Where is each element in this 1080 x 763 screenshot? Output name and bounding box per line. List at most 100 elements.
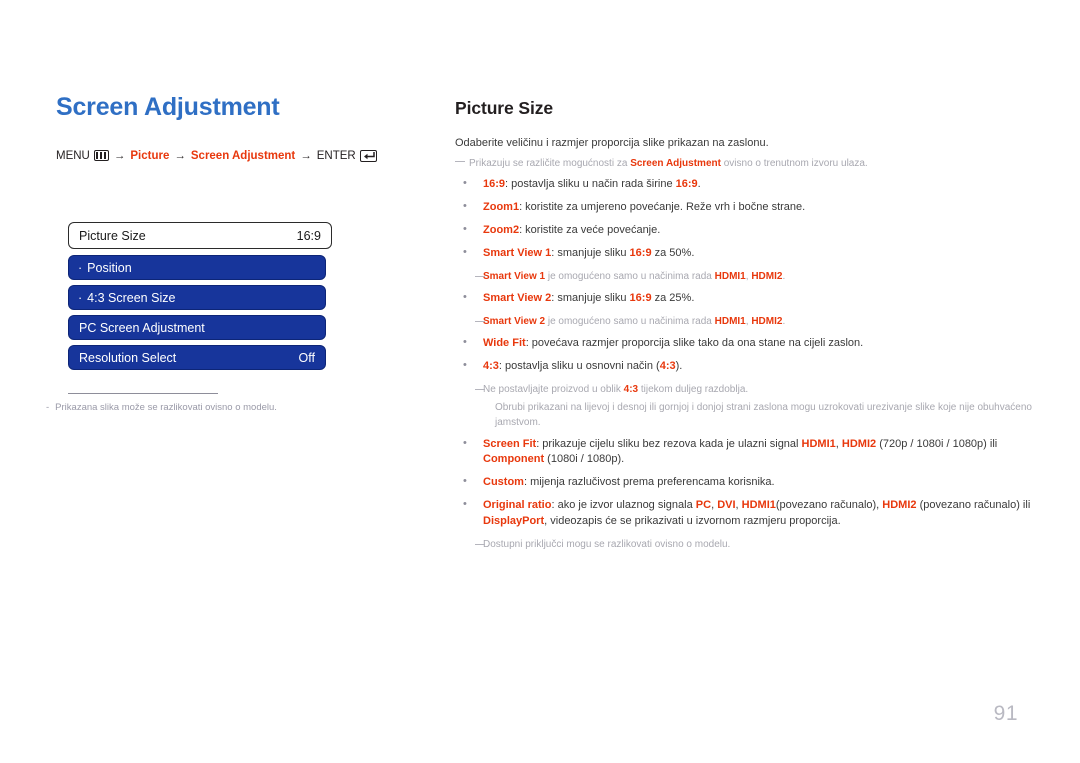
note-text-2: . <box>782 315 786 327</box>
option-keyword-3: DVI <box>717 499 736 512</box>
option-keyword: 16:9 <box>483 177 506 190</box>
option-text-2: za 50%. <box>651 246 695 259</box>
option-text-2: ). <box>675 359 683 372</box>
list-item: Smart View 2: smanjuje sliku 16:9 za 25%… <box>455 290 1035 307</box>
page-number: 91 <box>993 702 1018 725</box>
left-note-divider <box>68 393 218 394</box>
option-text: : postavlja sliku u osnovni način ( <box>498 359 660 372</box>
osd-label: Resolution Select <box>79 350 177 365</box>
note-keyword: 4:3 <box>623 383 639 395</box>
note-keyword: Smart View 1 <box>483 270 546 282</box>
note-text-2: . <box>782 270 786 282</box>
osd-label-text: Position <box>87 260 132 275</box>
osd-bullet: · <box>78 290 83 305</box>
list-item: Smart View 1: smanjuje sliku 16:9 za 50%… <box>455 245 1035 262</box>
option-text-4: , videozapis će se prikazivati u izvorno… <box>544 515 841 528</box>
osd-row-43-screen-size[interactable]: · 4:3 Screen Size <box>68 285 326 310</box>
left-note: - Prikazana slika može se razlikovati ov… <box>46 402 376 414</box>
list-item-note: — Ne postavljajte proizvod u oblik 4:3 t… <box>455 382 1035 397</box>
section-intro-note: — Prikazuju se različite mogućnosti za S… <box>455 156 1035 171</box>
osd-row-resolution-select[interactable]: Resolution Select Off <box>68 345 326 370</box>
note-text-2: tijekom duljeg razdoblja. <box>638 383 749 395</box>
breadcrumb-enter-label: ENTER <box>316 149 356 162</box>
breadcrumb-arrow-1: → <box>113 149 126 162</box>
note-text-before: Prikazuju se različite mogućnosti za <box>469 157 631 169</box>
note-dash: — <box>475 539 485 551</box>
option-text-3: (povezano računalo) ili <box>916 499 1031 512</box>
note-dash: — <box>455 155 465 167</box>
list-item-note: — Smart View 1 je omogućeno samo u način… <box>455 269 1035 284</box>
option-keyword-5: HDMI2 <box>882 499 917 512</box>
osd-label-text: 4:3 Screen Size <box>87 290 176 305</box>
note-dash: — <box>475 270 485 282</box>
option-keyword: Custom <box>483 476 524 489</box>
osd-label: · 4:3 Screen Size <box>78 291 175 305</box>
option-keyword-2: PC <box>695 499 712 512</box>
option-text: : prikazuje cijelu sliku bez rezova kada… <box>536 437 802 450</box>
menu-bars-icon <box>93 150 109 161</box>
osd-row-position[interactable]: · Position <box>68 255 326 280</box>
note-text: je omogućeno samo u načinima rada <box>545 315 715 327</box>
list-item: Custom: mijenja razlučivost prema prefer… <box>455 474 1035 491</box>
enter-return-icon <box>359 149 377 162</box>
picture-size-option-list: 16:9: postavlja sliku u način rada širin… <box>455 176 1035 552</box>
option-text: : koristite za veće povećanje. <box>519 223 661 236</box>
option-text: : ako je izvor ulaznog signala <box>551 499 696 512</box>
left-note-text: Prikazana slika može se razlikovati ovis… <box>55 402 277 413</box>
option-keyword: Smart View 1 <box>483 246 552 259</box>
option-keyword: Zoom1 <box>483 200 520 213</box>
note-text-after: ovisno o trenutnom izvoru ulaza. <box>720 157 868 169</box>
option-text: : postavlja sliku u način rada širine <box>505 177 676 190</box>
option-keyword: Original ratio <box>483 499 552 512</box>
breadcrumb: MENU → Picture → Screen Adjustment → ENT… <box>56 148 396 164</box>
osd-label: PC Screen Adjustment <box>79 320 205 335</box>
left-note-dash: - <box>46 402 50 413</box>
option-text: : povećava razmjer proporcija slike tako… <box>525 336 864 349</box>
osd-row-picture-size[interactable]: Picture Size 16:9 <box>68 222 332 249</box>
breadcrumb-arrow-2: → <box>174 149 186 162</box>
option-keyword: Screen Fit <box>483 437 537 450</box>
list-item: Original ratio: ako je izvor ulaznog sig… <box>455 497 1035 530</box>
option-keyword-3: HDMI2 <box>841 437 877 450</box>
list-item: 16:9: postavlja sliku u način rada širin… <box>455 176 1035 193</box>
osd-value: 16:9 <box>296 228 321 243</box>
option-text-2: (720p / 1080i / 1080p) ili <box>876 437 998 450</box>
option-keyword: Zoom2 <box>483 223 520 236</box>
option-keyword-2: 16:9 <box>629 291 652 304</box>
option-text-2: . <box>697 177 701 190</box>
option-keyword-2: HDMI1 <box>801 437 836 450</box>
option-keyword-4: Component <box>483 453 545 466</box>
list-item: 4:3: postavlja sliku u osnovni način (4:… <box>455 358 1035 375</box>
note-keyword-2: HDMI1 <box>714 315 746 327</box>
list-item-note-continued: Obrubi prikazani na lijevoj i desnoj ili… <box>455 400 1035 430</box>
breadcrumb-screen-adjustment-label: Screen Adjustment <box>190 149 296 162</box>
breadcrumb-picture-label: Picture <box>130 149 170 162</box>
breadcrumb-menu-label: MENU <box>56 149 90 162</box>
option-keyword: 4:3 <box>483 359 499 372</box>
option-text: : mijenja razlučivost prema preferencama… <box>523 476 775 489</box>
option-keyword-2: 16:9 <box>629 246 652 259</box>
option-text-2: za 25%. <box>651 291 695 304</box>
breadcrumb-arrow-3: → <box>300 149 312 162</box>
note-text: Obrubi prikazani na lijevoj i desnoj ili… <box>495 401 1032 428</box>
option-keyword: Wide Fit <box>483 336 526 349</box>
note-keyword: Screen Adjustment <box>630 157 721 169</box>
note-keyword: Smart View 2 <box>483 315 546 327</box>
note-text: je omogućeno samo u načinima rada <box>545 270 715 282</box>
section-title: Picture Size <box>455 98 554 118</box>
note-keyword-2: HDMI1 <box>714 270 746 282</box>
note-text: Ne postavljajte proizvod u oblik <box>483 383 624 395</box>
note-dash: — <box>475 315 485 327</box>
left-column: Screen Adjustment MENU → Picture → Scree… <box>56 93 396 164</box>
option-keyword-4: HDMI1 <box>741 499 776 512</box>
note-text: Prikazuju se različite mogućnosti za Scr… <box>469 156 1035 171</box>
option-text-2: (povezano računalo), <box>775 499 883 512</box>
list-item: Wide Fit: povećava razmjer proporcija sl… <box>455 335 1035 352</box>
option-keyword-2: 16:9 <box>675 177 698 190</box>
manual-page: Screen Adjustment MENU → Picture → Scree… <box>0 0 1080 763</box>
option-text: : smanjuje sliku <box>551 246 630 259</box>
list-item-note: — Dostupni priključci mogu se razlikovat… <box>455 537 1035 552</box>
osd-row-pc-screen-adjustment[interactable]: PC Screen Adjustment <box>68 315 326 340</box>
note-keyword-3: HDMI2 <box>751 315 783 327</box>
section-intro: Odaberite veličinu i razmjer proporcija … <box>455 137 769 149</box>
